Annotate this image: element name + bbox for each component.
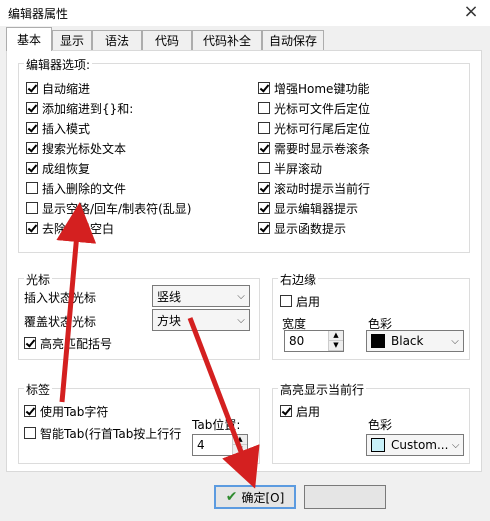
annotation-arrow-1	[56, 202, 97, 403]
tab-basic[interactable]: 基本	[6, 27, 52, 51]
annotation-arrows	[56, 202, 260, 489]
annotation-arrow-2	[187, 317, 260, 489]
